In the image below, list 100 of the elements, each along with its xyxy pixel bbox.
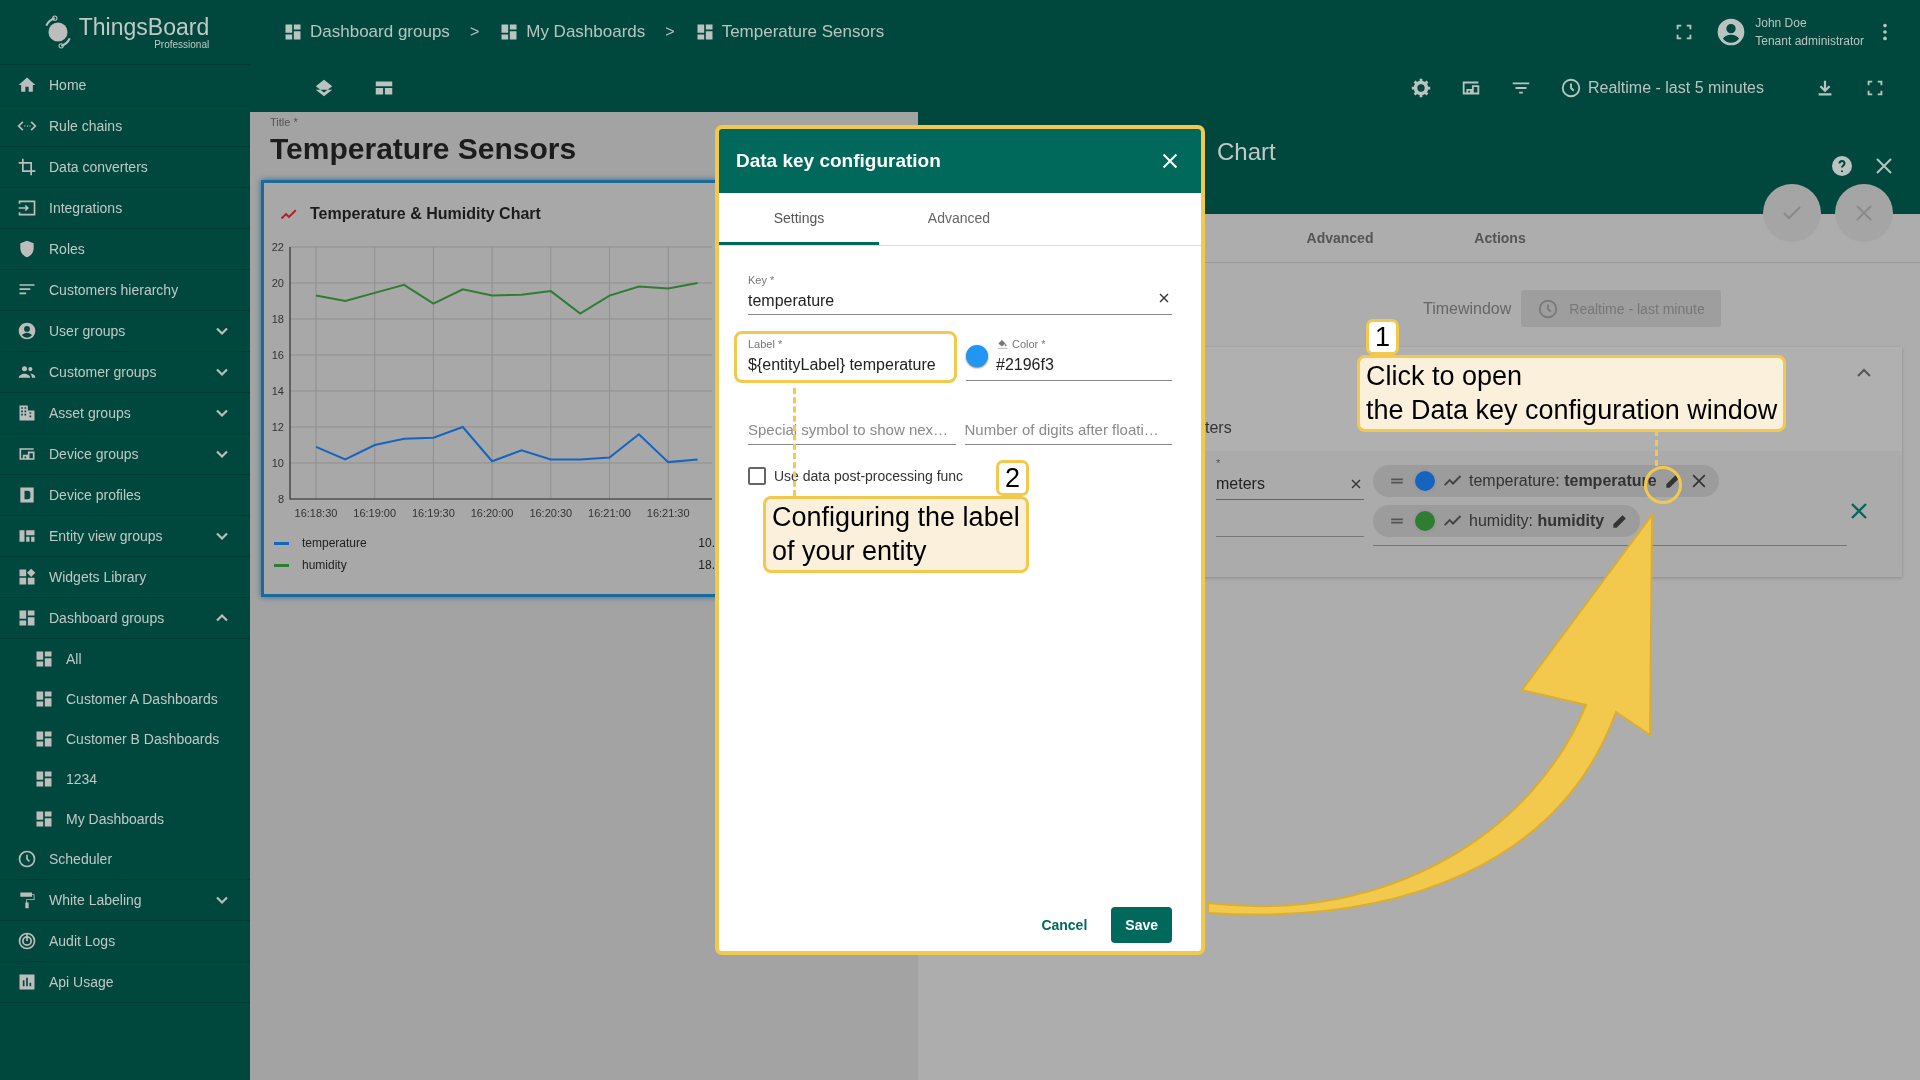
sidebar-subitem[interactable]: Customer A Dashboards	[0, 679, 250, 719]
sidebar-item[interactable]: Widgets Library	[0, 557, 250, 598]
legend-label: temperature	[302, 536, 368, 550]
input-icon	[17, 198, 37, 218]
callout-text: Configuring the label of your entity	[763, 496, 1029, 573]
y-tick-label: 10	[271, 457, 284, 469]
shield-icon	[17, 239, 37, 259]
sidebar-item[interactable]: Device profiles	[0, 475, 250, 516]
dashboard-icon	[283, 22, 303, 42]
x-tick-label: 16:20:30	[529, 507, 573, 519]
dialog-tab[interactable]: Settings	[719, 193, 879, 245]
breadcrumb-link[interactable]: Dashboard groups	[283, 22, 450, 42]
sidebar-subitem[interactable]: My Dashboards	[0, 799, 250, 839]
dashboard-icon	[34, 729, 54, 749]
paint-roller-icon	[17, 890, 37, 910]
sidebar-item[interactable]: Audit Logs	[0, 921, 250, 962]
dashboard-title: Temperature Sensors	[269, 131, 577, 167]
editor-tab[interactable]: Actions	[1420, 230, 1580, 246]
dashboard-icon	[34, 689, 54, 709]
label-field[interactable]: Label * ${entityLabel} temperature	[748, 338, 954, 380]
legend-swatch	[274, 563, 289, 567]
paint-bucket-icon	[996, 337, 1009, 350]
sidebar-item[interactable]: Home	[0, 65, 250, 106]
sidebar-subitem[interactable]: Customer B Dashboards	[0, 719, 250, 759]
legend-value: 10.	[698, 536, 715, 550]
input-field[interactable]: meters	[1216, 469, 1364, 500]
discard-button[interactable]	[1835, 184, 1893, 242]
y-tick-label: 14	[271, 385, 284, 397]
sidebar-subitem[interactable]: All	[0, 639, 250, 679]
dialog-tab[interactable]: Advanced	[879, 193, 1039, 245]
y-tick-label: 18	[271, 313, 284, 325]
target-icon	[17, 931, 37, 951]
x-tick-label: 16:21:00	[588, 507, 631, 519]
clock-icon	[1537, 297, 1560, 320]
home-icon	[17, 75, 37, 95]
breadcrumb-link[interactable]: Temperature Sensors	[694, 22, 885, 42]
breadcrumb-separator: >	[469, 23, 480, 41]
y-tick-label: 22	[271, 241, 284, 253]
sidebar-item[interactable]: Asset groups	[0, 393, 250, 434]
x-tick-label: 16:19:00	[353, 507, 397, 519]
data-key-chip[interactable]: humidity: humidity	[1373, 505, 1641, 537]
sidebar-item[interactable]: Device groups	[0, 434, 250, 475]
bar-chart-icon	[17, 972, 37, 992]
widget-title: Temperature & Humidity Chart	[310, 205, 541, 223]
step-number: 1	[1366, 319, 1400, 355]
x-tick-label: 16:20:00	[470, 507, 514, 519]
y-tick-label: 20	[271, 277, 284, 289]
crop-icon	[17, 157, 37, 177]
breadcrumb-separator: >	[665, 23, 675, 41]
decimals-field[interactable]: Number of digits after floati…	[964, 415, 1172, 445]
x-tick-label: 16:19:30	[412, 507, 455, 519]
units-field[interactable]: Special symbol to show nex…	[748, 415, 956, 445]
sidebar-item[interactable]: User groups	[0, 311, 250, 352]
user-name: John Doe	[1755, 16, 1808, 30]
legend-label: humidity	[302, 558, 348, 572]
clock-icon	[17, 849, 37, 869]
sidebar-item[interactable]: Dashboard groups	[0, 598, 250, 639]
sidebar-item[interactable]: Api Usage	[0, 962, 250, 1003]
sidebar-item[interactable]: White Labeling	[0, 880, 250, 921]
dialog-title: Data key configuration	[736, 150, 941, 172]
color-field[interactable]: Color * #2196f3	[966, 337, 1172, 381]
widgets-icon	[17, 567, 37, 587]
layers-icon[interactable]	[313, 77, 335, 99]
x-tick-label: 16:21:30	[646, 507, 690, 519]
y-tick-label: 16	[271, 349, 284, 361]
logo-edition: Professional	[154, 38, 210, 50]
legend-value: 18.	[698, 558, 715, 572]
dashboard-icon	[34, 769, 54, 789]
breadcrumb-link[interactable]: My Dashboards	[499, 22, 646, 42]
y-tick-label: 12	[271, 421, 284, 433]
dashboard-icon	[34, 649, 54, 669]
settings-icon[interactable]	[1409, 77, 1432, 99]
save-button[interactable]: Save	[1111, 907, 1172, 943]
step-number: 2	[996, 460, 1030, 496]
sidebar-item[interactable]: Customer groups	[0, 352, 250, 393]
timewindow-label: Timewindow	[1423, 299, 1512, 318]
sidebar-subitem[interactable]: 1234	[0, 759, 250, 799]
cancel-button[interactable]: Cancel	[1029, 907, 1100, 943]
editor-tab[interactable]: Advanced	[1260, 230, 1420, 246]
timewindow-button[interactable]: Realtime - last 5 minutes	[1559, 77, 1764, 99]
dashboard-icon	[499, 22, 520, 42]
callout-text: Click to open the Data key configuration window	[1357, 355, 1787, 432]
logo-name: ThingsBoard	[78, 14, 210, 39]
section-title: ters	[1205, 419, 1232, 438]
building-icon	[17, 403, 37, 423]
x-tick-label: 16:18:30	[294, 507, 338, 519]
clock-icon	[1559, 77, 1582, 99]
dashboard-icon	[17, 608, 37, 628]
checkbox[interactable]	[748, 467, 766, 485]
key-field[interactable]: Key * temperature	[748, 274, 1172, 315]
color-swatch[interactable]	[966, 344, 988, 367]
apply-button[interactable]	[1763, 184, 1821, 242]
user-role: Tenant administrator	[1755, 34, 1864, 48]
sidebar-item[interactable]: Entity view groups	[0, 516, 250, 557]
editor-title: Chart	[1217, 138, 1276, 166]
dashboard-icon	[34, 809, 54, 829]
y-tick-label: 8	[277, 493, 284, 505]
legend-swatch	[274, 541, 289, 545]
help-icon[interactable]	[1830, 154, 1854, 178]
sidebar-item[interactable]: Roles	[0, 229, 250, 270]
